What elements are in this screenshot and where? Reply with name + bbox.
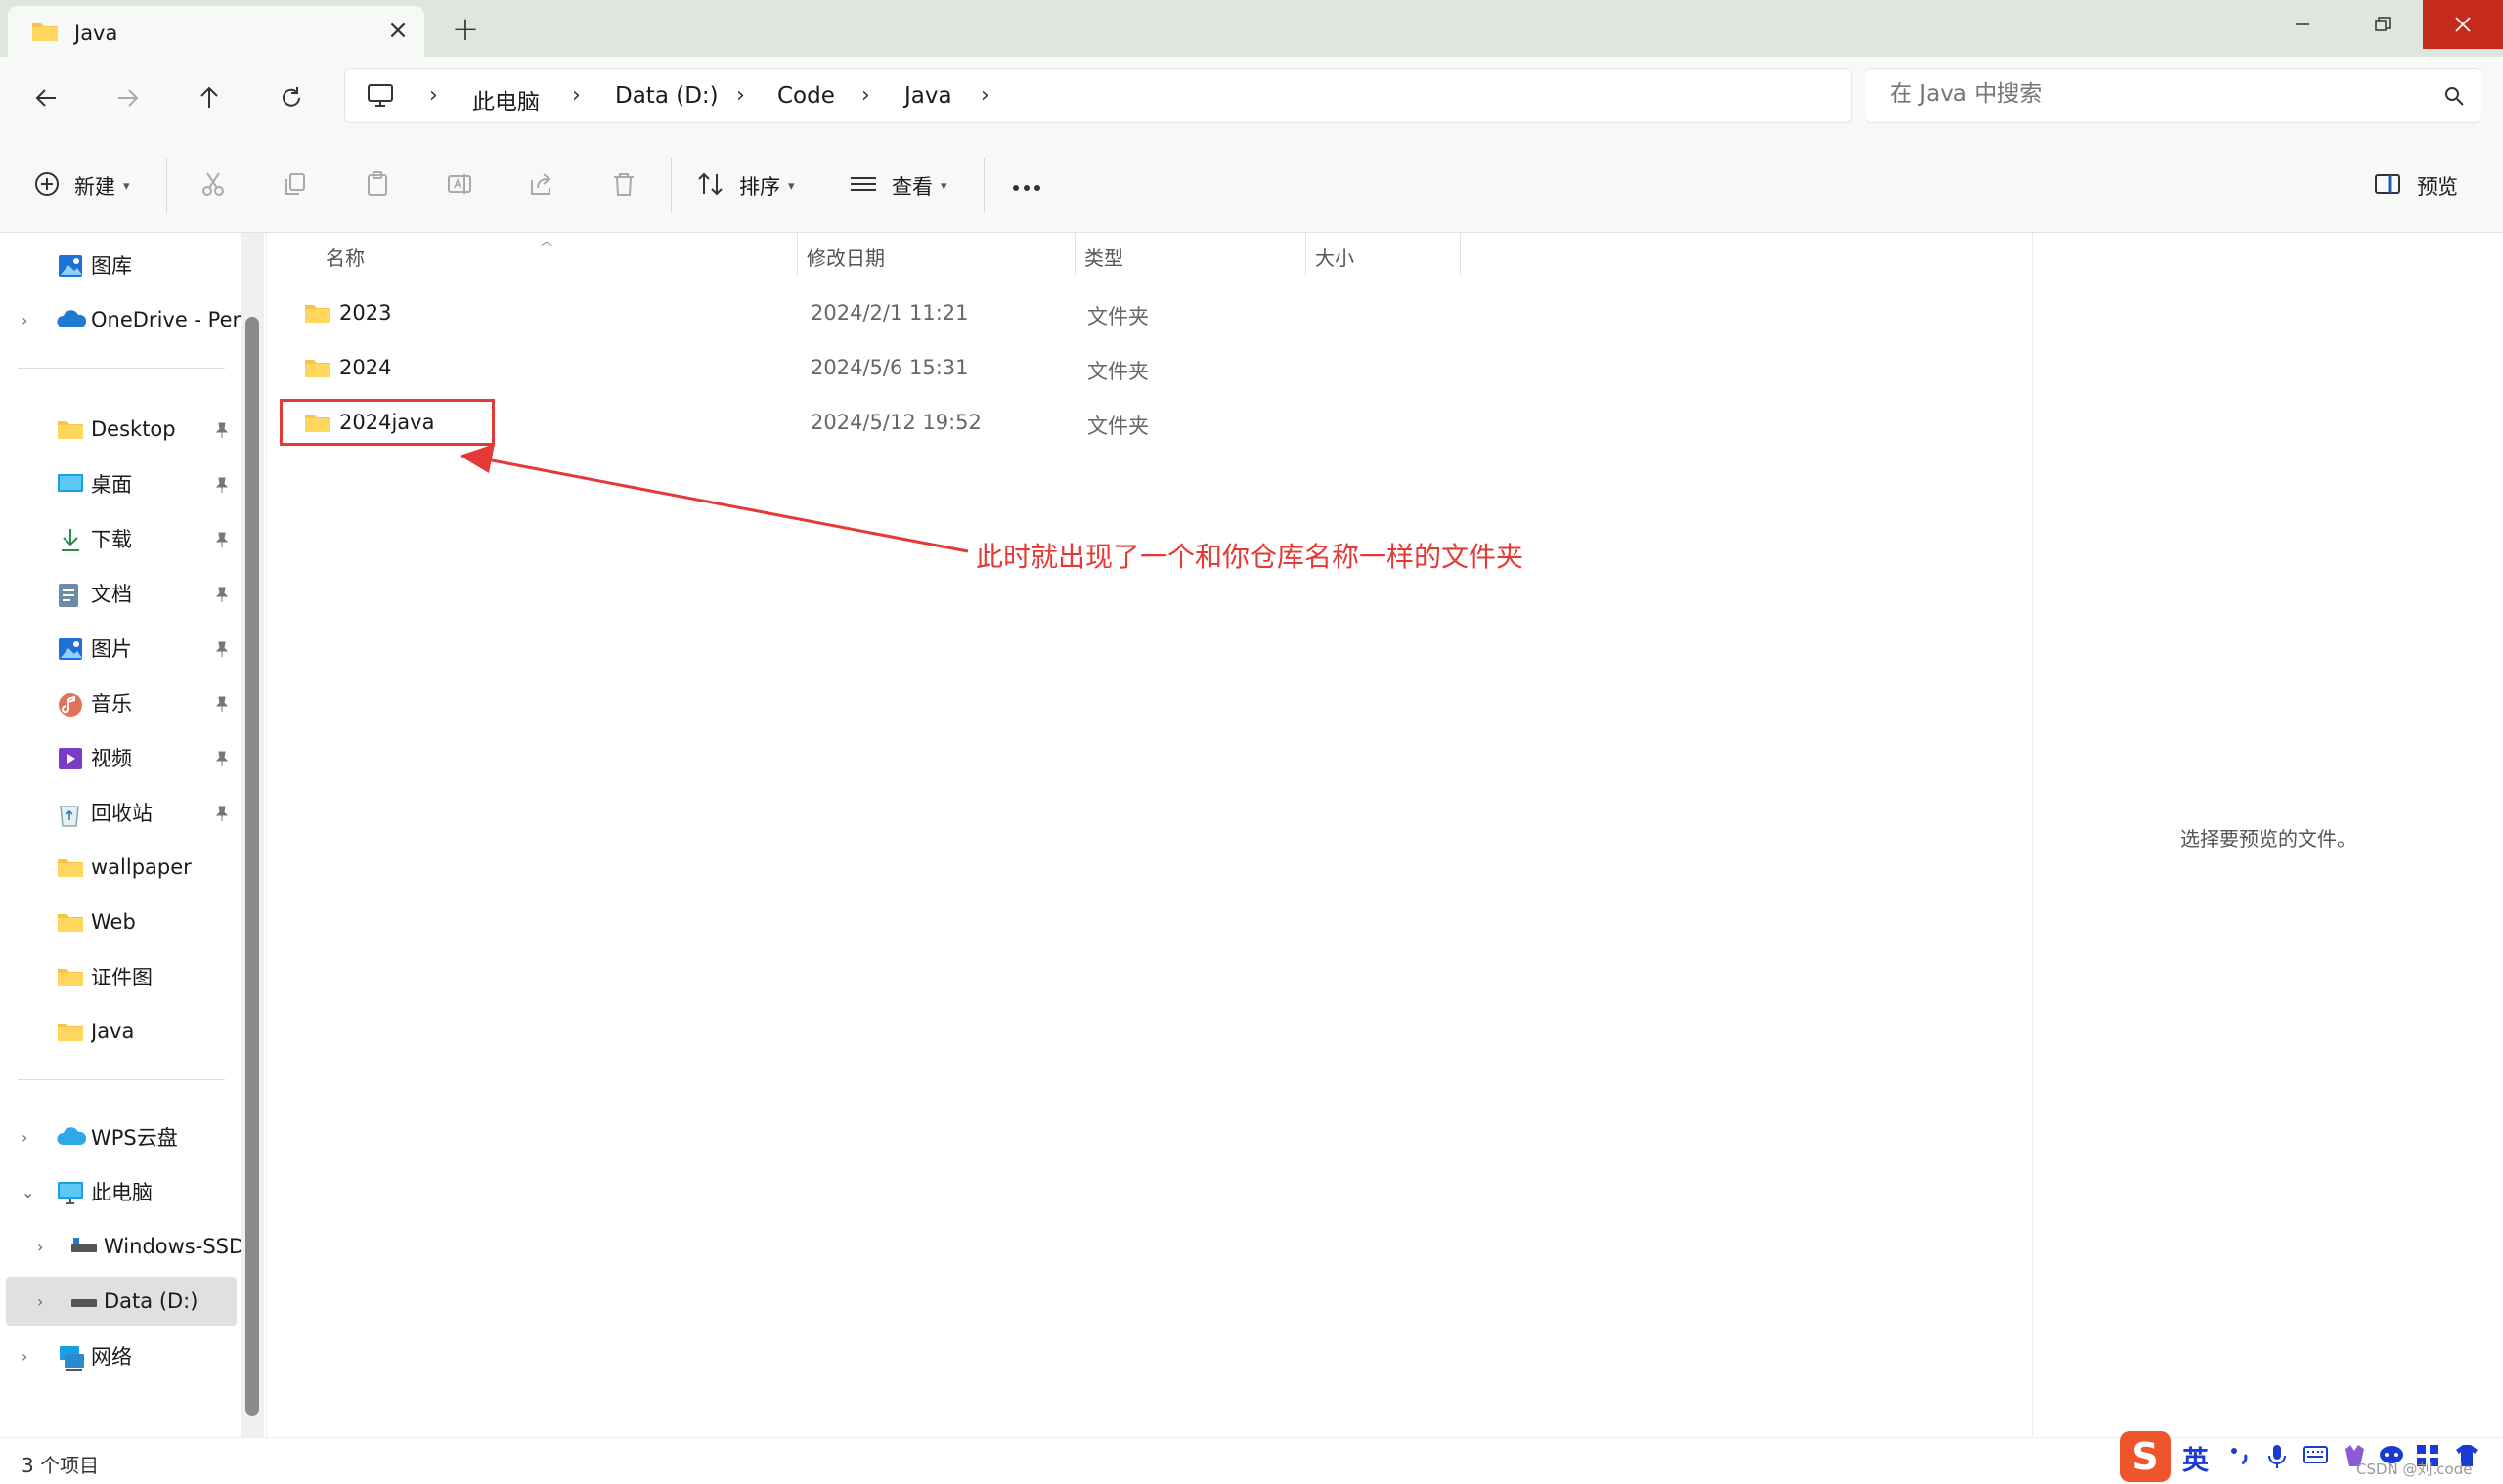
- item-count: 3 个项目: [22, 1454, 100, 1477]
- preview-pane: 选择要预览的文件。: [2032, 233, 2503, 1437]
- punctuation-icon[interactable]: [2227, 1443, 2253, 1472]
- annotation-text: 此时就出现了一个和你仓库名称一样的文件夹: [976, 541, 1524, 573]
- ime-language-toggle[interactable]: 英: [2182, 1439, 2209, 1477]
- sogou-logo-icon[interactable]: S: [2120, 1431, 2171, 1482]
- watermark-text: CSDN @刘.code: [2356, 1461, 2473, 1478]
- keyboard-icon[interactable]: [2302, 1443, 2329, 1470]
- microphone-icon[interactable]: [2266, 1443, 2288, 1474]
- preview-message: 选择要预览的文件。: [2180, 827, 2356, 851]
